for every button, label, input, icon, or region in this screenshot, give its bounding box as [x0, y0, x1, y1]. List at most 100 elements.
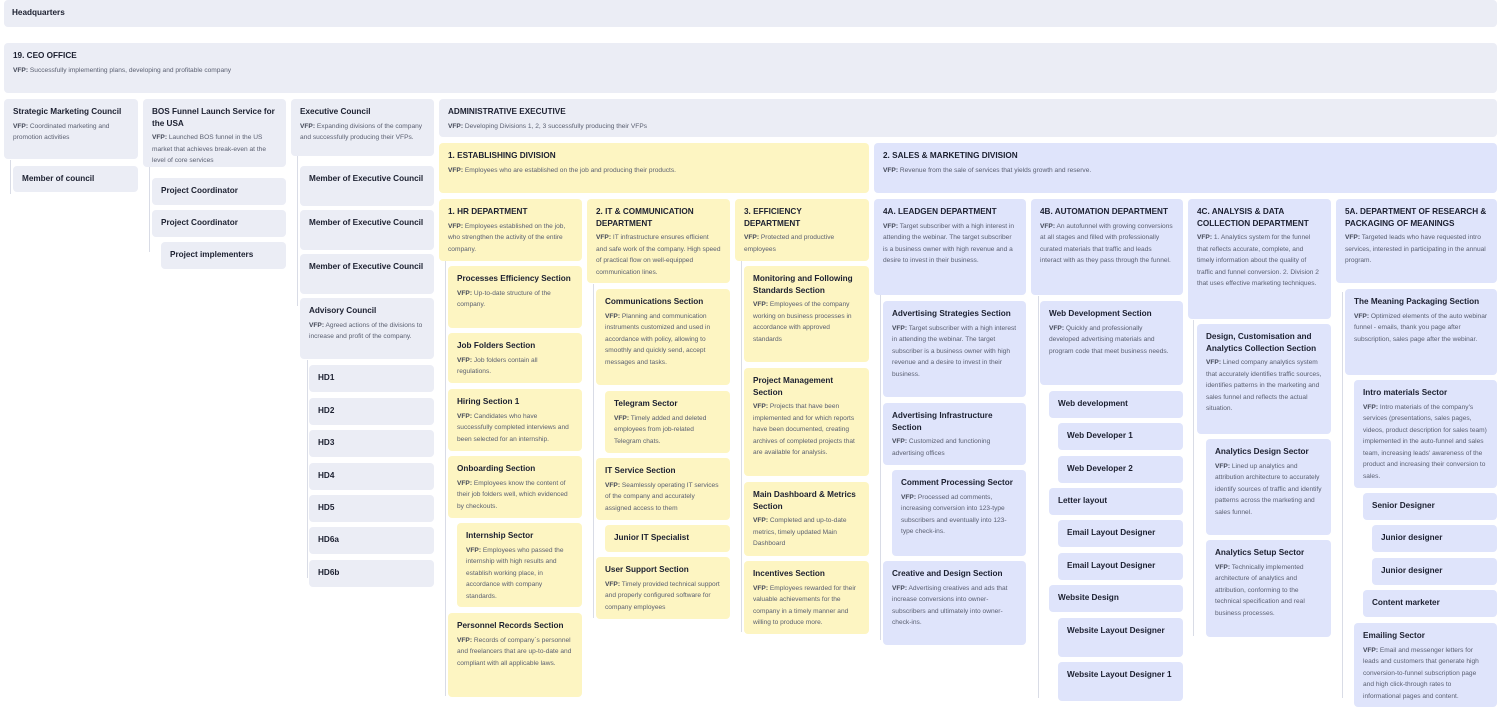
establishing-division-card[interactable]: 1. ESTABLISHING DIVISION VFP: Employees …	[439, 143, 869, 193]
it-service-section-card[interactable]: IT Service Section VFP: Seamlessly opera…	[596, 458, 730, 520]
personnel-records-section-vfp: Records of company`s personnel and freel…	[457, 636, 572, 667]
member-of-executive-council-card[interactable]: Member of Executive Council	[300, 254, 434, 294]
comment-processing-sector-card[interactable]: Comment Processing Sector VFP: Processed…	[892, 470, 1026, 556]
hd-card[interactable]: HD6a	[309, 527, 434, 554]
processes-efficiency-section-card[interactable]: Processes Efficiency Section VFP: Up-to-…	[448, 266, 582, 328]
automation-department-card[interactable]: 4B. AUTOMATION DEPARTMENT VFP: An autofu…	[1031, 199, 1183, 295]
project-management-section-card[interactable]: Project Management Section VFP: Projects…	[744, 368, 869, 476]
emailing-sector-title: Emailing Sector	[1363, 631, 1425, 640]
website-design-card[interactable]: Website Design	[1049, 585, 1183, 612]
efficiency-department-title: 3. EFFICIENCY DEPARTMENT	[744, 207, 802, 228]
meaning-packaging-section-card[interactable]: The Meaning Packaging Section VFP: Optim…	[1345, 289, 1497, 375]
connector-line	[1342, 292, 1343, 698]
it-department-card[interactable]: 2. IT & COMMUNICATION DEPARTMENT VFP: IT…	[587, 199, 730, 283]
website-layout-designer-card[interactable]: Website Layout Designer	[1058, 618, 1183, 657]
analytics-design-sector-card[interactable]: Analytics Design Sector VFP: Lined up an…	[1206, 439, 1331, 535]
website-layout-designer-card[interactable]: Website Layout Designer 1	[1058, 662, 1183, 701]
hr-department-vfp: Employees established on the job, who st…	[448, 222, 566, 253]
advertising-infrastructure-section-title: Advertising Infrastructure Section	[892, 411, 993, 432]
vfp-label: VFP:	[457, 289, 473, 297]
letter-layout-title: Letter layout	[1058, 496, 1108, 505]
web-development-section-card[interactable]: Web Development Section VFP: Quickly and…	[1040, 301, 1183, 385]
vfp-label: VFP:	[753, 517, 769, 524]
content-marketer-card[interactable]: Content marketer	[1363, 590, 1497, 617]
hiring-section-card[interactable]: Hiring Section 1 VFP: Candidates who hav…	[448, 389, 582, 451]
member-of-executive-council-card[interactable]: Member of Executive Council	[300, 210, 434, 250]
junior-it-specialist-card[interactable]: Junior IT Specialist	[605, 525, 730, 552]
administrative-executive-card[interactable]: ADMINISTRATIVE EXECUTIVE VFP: Developing…	[439, 99, 1497, 137]
member-of-council-card[interactable]: Member of council	[13, 166, 138, 192]
connector-line	[445, 256, 446, 696]
ceo-office-vfp: Successfully implementing plans, develop…	[29, 66, 232, 74]
user-support-section-card[interactable]: User Support Section VFP: Timely provide…	[596, 557, 730, 619]
member-of-executive-council-title: Member of Executive Council	[309, 218, 424, 227]
web-development-card[interactable]: Web development	[1049, 391, 1183, 418]
junior-designer-card[interactable]: Junior designer	[1372, 525, 1497, 552]
member-of-executive-council-card[interactable]: Member of Executive Council	[300, 166, 434, 206]
vfp-label: VFP:	[605, 481, 621, 489]
analytics-setup-sector-card[interactable]: Analytics Setup Sector VFP: Technically …	[1206, 540, 1331, 637]
internship-sector-card[interactable]: Internship Sector VFP: Employees who pas…	[457, 523, 582, 607]
onboarding-section-card[interactable]: Onboarding Section VFP: Employees know t…	[448, 456, 582, 518]
communications-section-card[interactable]: Communications Section VFP: Planning and…	[596, 289, 730, 385]
hd-card[interactable]: HD6b	[309, 560, 434, 587]
intro-materials-sector-card[interactable]: Intro materials Sector VFP: Intro materi…	[1354, 380, 1497, 488]
web-developer-card[interactable]: Web Developer 2	[1058, 456, 1183, 483]
telegram-sector-card[interactable]: Telegram Sector VFP: Timely added and de…	[605, 391, 730, 453]
email-layout-designer-card[interactable]: Email Layout Designer	[1058, 553, 1183, 580]
project-implementers-title: Project implementers	[170, 250, 254, 259]
vfp-label: VFP:	[883, 222, 899, 230]
personnel-records-section-card[interactable]: Personnel Records Section VFP: Records o…	[448, 613, 582, 697]
research-department-vfp: Targeted leads who have requested intro …	[1345, 234, 1486, 265]
emailing-sector-card[interactable]: Emailing Sector VFP: Email and messenger…	[1354, 623, 1497, 707]
project-coordinator-card[interactable]: Project Coordinator	[152, 210, 286, 237]
hd-card[interactable]: HD5	[309, 495, 434, 522]
analytics-collection-section-title: Design, Customisation and Analytics Coll…	[1206, 332, 1317, 353]
hr-department-card[interactable]: 1. HR DEPARTMENT VFP: Employees establis…	[439, 199, 582, 261]
user-support-section-vfp: Timely provided technical support and pr…	[605, 580, 720, 611]
job-folders-section-card[interactable]: Job Folders Section VFP: Job folders con…	[448, 333, 582, 383]
email-layout-designer-card[interactable]: Email Layout Designer	[1058, 520, 1183, 547]
bos-funnel-card[interactable]: BOS Funnel Launch Service for the USA VF…	[143, 99, 286, 167]
advertising-strategies-section-card[interactable]: Advertising Strategies Section VFP: Targ…	[883, 301, 1026, 397]
vfp-label: VFP:	[1363, 646, 1379, 654]
analysis-department-card[interactable]: 4C. ANALYSIS & DATA COLLECTION DEPARTMEN…	[1188, 199, 1331, 319]
monitoring-standards-section-card[interactable]: Monitoring and Following Standards Secti…	[744, 266, 869, 362]
it-service-section-vfp: Seamlessly operating IT services of the …	[605, 481, 719, 512]
vfp-label: VFP:	[605, 312, 621, 320]
hd-card[interactable]: HD1	[309, 365, 434, 392]
senior-designer-card[interactable]: Senior Designer	[1363, 493, 1497, 520]
letter-layout-card[interactable]: Letter layout	[1049, 488, 1183, 515]
ceo-office-card[interactable]: 19. CEO OFFICE VFP: Successfully impleme…	[4, 43, 1497, 93]
executive-council-card[interactable]: Executive Council VFP: Expanding divisio…	[291, 99, 434, 156]
analytics-setup-sector-vfp: Technically implemented architecture of …	[1215, 563, 1305, 617]
creative-design-section-card[interactable]: Creative and Design Section VFP: Adverti…	[883, 561, 1026, 645]
hd-card[interactable]: HD3	[309, 430, 434, 457]
efficiency-department-card[interactable]: 3. EFFICIENCY DEPARTMENT VFP: Protected …	[735, 199, 869, 261]
sales-marketing-division-card[interactable]: 2. SALES & MARKETING DIVISION VFP: Reven…	[874, 143, 1497, 193]
headquarters-card[interactable]: Headquarters	[4, 0, 1497, 27]
hd-card[interactable]: HD2	[309, 398, 434, 425]
leadgen-department-title: 4A. LEADGEN DEPARTMENT	[883, 207, 997, 216]
web-developer-title: Web Developer 1	[1067, 431, 1133, 440]
research-department-card[interactable]: 5A. DEPARTMENT OF RESEARCH & PACKAGING O…	[1336, 199, 1497, 283]
advertising-infrastructure-section-card[interactable]: Advertising Infrastructure Section VFP: …	[883, 403, 1026, 465]
comment-processing-sector-vfp: Processed ad comments, increasing conver…	[901, 493, 1007, 536]
main-dashboard-section-card[interactable]: Main Dashboard & Metrics Section VFP: Co…	[744, 482, 869, 556]
internship-sector-vfp: Employees who passed the internship with…	[466, 546, 564, 600]
analytics-collection-section-card[interactable]: Design, Customisation and Analytics Coll…	[1197, 324, 1331, 434]
web-developer-card[interactable]: Web Developer 1	[1058, 423, 1183, 450]
hr-department-title: 1. HR DEPARTMENT	[448, 207, 528, 216]
strategic-marketing-council-card[interactable]: Strategic Marketing Council VFP: Coordin…	[4, 99, 138, 159]
project-implementers-card[interactable]: Project implementers	[161, 242, 286, 269]
junior-designer-card[interactable]: Junior designer	[1372, 558, 1497, 585]
leadgen-department-card[interactable]: 4A. LEADGEN DEPARTMENT VFP: Target subsc…	[874, 199, 1026, 295]
hd-card[interactable]: HD4	[309, 463, 434, 490]
vfp-label: VFP:	[448, 122, 464, 130]
job-folders-section-title: Job Folders Section	[457, 341, 536, 350]
advisory-council-card[interactable]: Advisory Council VFP: Agreed actions of …	[300, 298, 434, 359]
project-coordinator-card[interactable]: Project Coordinator	[152, 178, 286, 205]
incentives-section-card[interactable]: Incentives Section VFP: Employees reward…	[744, 561, 869, 634]
hiring-section-vfp: Candidates who have successfully complet…	[457, 412, 569, 443]
onboarding-section-vfp: Employees know the content of their job …	[457, 479, 568, 510]
